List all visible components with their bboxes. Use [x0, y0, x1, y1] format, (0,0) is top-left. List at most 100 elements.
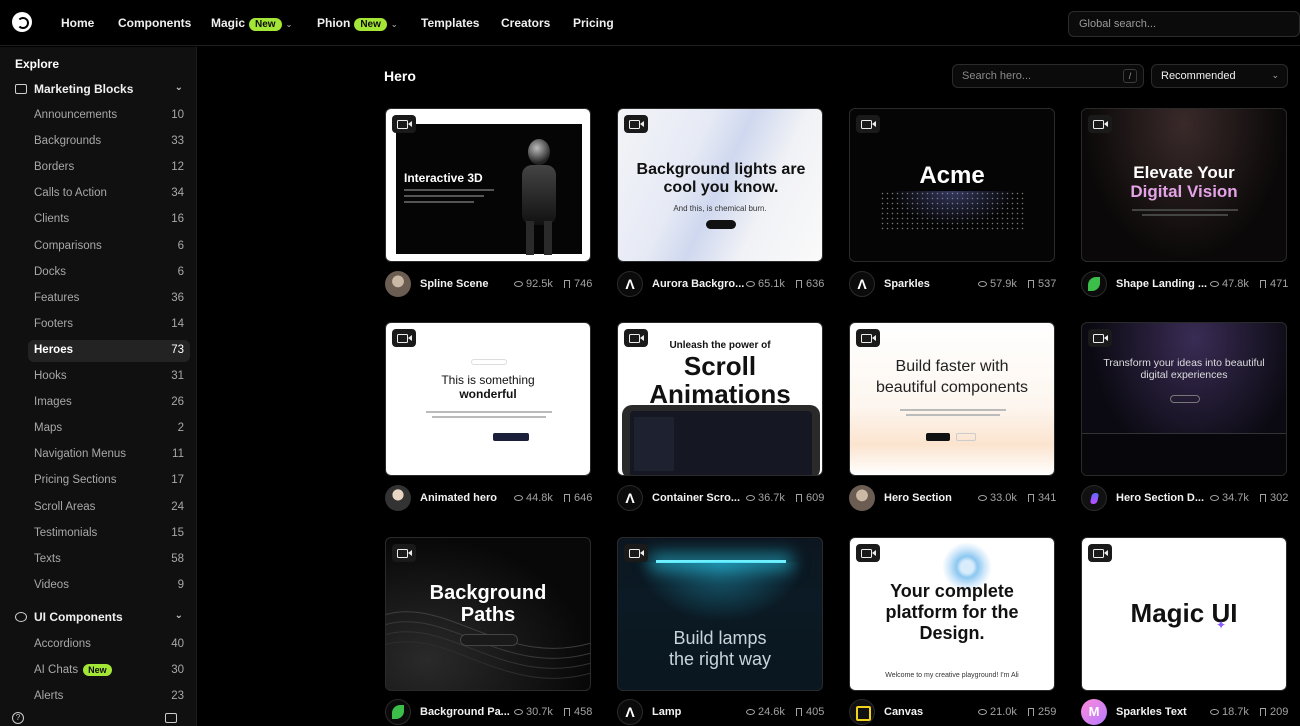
eye-icon	[746, 495, 755, 501]
bookmark-count[interactable]: 609	[796, 492, 824, 504]
bookmark-count[interactable]: 341	[1028, 492, 1056, 504]
bookmark-count[interactable]: 405	[796, 706, 824, 718]
card-preview-animated-hero[interactable]: This is something wonderful	[385, 322, 591, 476]
bookmark-count[interactable]: 302	[1260, 492, 1288, 504]
preview-title: Interactive 3D	[404, 171, 483, 185]
bookmark-count[interactable]: 471	[1260, 278, 1288, 290]
card-preview-hero-section-dark[interactable]: Transform your ideas into beautiful digi…	[1081, 322, 1287, 476]
sidebar-item-hooks[interactable]: Hooks 31	[28, 366, 190, 388]
avatar[interactable]	[1081, 271, 1107, 297]
card-title[interactable]: Background Pa...	[420, 706, 510, 718]
hero-search-input[interactable]: Search hero... /	[952, 64, 1144, 88]
sidebar-item-clients[interactable]: Clients 16	[28, 209, 190, 231]
sidebar-item-images[interactable]: Images 26	[28, 392, 190, 414]
card-title[interactable]: Container Scro...	[652, 492, 740, 504]
sidebar-item-accordions[interactable]: Accordions 40	[28, 634, 190, 656]
nav-phion[interactable]: Phion New ⌄	[317, 16, 398, 31]
bookmark-icon	[1260, 494, 1266, 502]
avatar[interactable]: Λ	[617, 271, 643, 297]
bookmark-count[interactable]: 209	[1260, 706, 1288, 718]
bookmark-count[interactable]: 646	[564, 492, 592, 504]
card-title[interactable]: Sparkles	[884, 278, 930, 290]
avatar[interactable]	[385, 271, 411, 297]
card-preview-shape-landing[interactable]: Elevate Your Digital Vision	[1081, 108, 1287, 262]
sidebar-item-backgrounds[interactable]: Backgrounds 33	[28, 131, 190, 153]
avatar[interactable]: Λ	[617, 699, 643, 725]
card-title[interactable]: Canvas	[884, 706, 923, 718]
avatar[interactable]: M	[1081, 699, 1107, 725]
card-title[interactable]: Shape Landing ...	[1116, 278, 1207, 290]
card-preview-container-scroll[interactable]: Unleash the power of Scroll Animations	[617, 322, 823, 476]
chevron-down-icon: ⌄	[174, 82, 183, 93]
sidebar-item-footers[interactable]: Footers 14	[28, 314, 190, 336]
sidebar-item-features[interactable]: Features 36	[28, 288, 190, 310]
sidebar-item-calls-to-action[interactable]: Calls to Action 34	[28, 183, 190, 205]
video-icon	[624, 115, 648, 133]
sidebar-item-ai-chats[interactable]: AI Chats New 30	[28, 660, 190, 682]
avatar[interactable]	[1081, 485, 1107, 511]
sidebar-item-testimonials[interactable]: Testimonials 15	[28, 523, 190, 545]
global-search-input[interactable]: Global search...	[1068, 11, 1300, 37]
logo-icon[interactable]	[12, 12, 32, 32]
nav-components[interactable]: Components	[118, 16, 191, 30]
sidebar-item-scroll-areas[interactable]: Scroll Areas 24	[28, 497, 190, 519]
avatar[interactable]: Λ	[617, 485, 643, 511]
sidebar-item-maps[interactable]: Maps 2	[28, 418, 190, 440]
section-ui-components[interactable]: UI Components ⌄	[15, 610, 187, 630]
bookmark-count[interactable]: 537	[1028, 278, 1056, 290]
bookmark-count[interactable]: 458	[564, 706, 592, 718]
avatar[interactable]	[849, 485, 875, 511]
sidebar-item-count: 36	[171, 291, 184, 304]
avatar[interactable]: Λ	[849, 271, 875, 297]
sidebar-item-count: 6	[177, 239, 184, 252]
sidebar-item-alerts[interactable]: Alerts 23	[28, 686, 190, 708]
nav-creators[interactable]: Creators	[501, 16, 550, 30]
nav-magic[interactable]: Magic New ⌄	[211, 16, 292, 31]
card-title[interactable]: Spline Scene	[420, 278, 488, 290]
sidebar-item-label: Calls to Action	[34, 187, 107, 200]
avatar[interactable]	[385, 699, 411, 725]
nav-templates[interactable]: Templates	[421, 16, 479, 30]
card-preview-background-paths[interactable]: Background Paths	[385, 537, 591, 691]
sidebar-item-count: 14	[171, 317, 184, 330]
card-preview-canvas[interactable]: Your complete platform for the Design. W…	[849, 537, 1055, 691]
avatar[interactable]	[385, 485, 411, 511]
card-title[interactable]: Hero Section D...	[1116, 492, 1204, 504]
sort-select[interactable]: Recommended ⌄	[1151, 64, 1288, 88]
card-preview-sparkles[interactable]: Acme	[849, 108, 1055, 262]
card-title[interactable]: Lamp	[652, 706, 681, 718]
avatar[interactable]	[849, 699, 875, 725]
card-preview-lamp[interactable]: Build lamps the right way	[617, 537, 823, 691]
video-icon	[624, 544, 648, 562]
sidebar-item-announcements[interactable]: Announcements 10	[28, 105, 190, 127]
card-preview-sparkles-text[interactable]: Magic UI ✦	[1081, 537, 1287, 691]
sidebar-item-label: Comparisons	[34, 239, 102, 252]
card-preview-spline-scene[interactable]: Interactive 3D	[385, 108, 591, 262]
sidebar-item-count: 10	[171, 109, 184, 121]
card-preview-aurora-background[interactable]: Background lights are cool you know. And…	[617, 108, 823, 262]
sidebar-item-pricing-sections[interactable]: Pricing Sections 17	[28, 470, 190, 492]
card-title[interactable]: Animated hero	[420, 492, 497, 504]
bookmark-count[interactable]: 746	[564, 278, 592, 290]
card-preview-hero-section[interactable]: Build faster with beautiful components	[849, 322, 1055, 476]
sidebar-item-docks[interactable]: Docks 6	[28, 262, 190, 284]
bookmark-count[interactable]: 636	[796, 278, 824, 290]
sidebar-item-heroes[interactable]: Heroes 73	[28, 339, 190, 362]
card-title[interactable]: Aurora Backgro...	[652, 278, 744, 290]
sidebar-toggle-icon[interactable]	[165, 713, 177, 723]
sidebar-item-texts[interactable]: Texts 58	[28, 549, 190, 571]
card-title[interactable]: Sparkles Text	[1116, 706, 1187, 718]
nav-home[interactable]: Home	[61, 16, 94, 30]
card-meta: Canvas 21.0k 259	[849, 699, 1056, 725]
preview-subtitle: Welcome to my creative playground! I'm A…	[885, 672, 1019, 679]
sidebar-item-navigation-menus[interactable]: Navigation Menus 11	[28, 444, 190, 466]
nav-pricing[interactable]: Pricing	[573, 16, 614, 30]
sidebar-item-borders[interactable]: Borders 12	[28, 157, 190, 179]
preview-title: Build faster with	[895, 358, 1009, 375]
bookmark-count[interactable]: 259	[1028, 706, 1056, 718]
help-icon[interactable]: ?	[12, 712, 24, 724]
section-marketing-blocks[interactable]: Marketing Blocks ⌄	[15, 82, 187, 102]
card-title[interactable]: Hero Section	[884, 492, 952, 504]
sidebar-item-videos[interactable]: Videos 9	[28, 575, 190, 597]
sidebar-item-comparisons[interactable]: Comparisons 6	[28, 236, 190, 258]
